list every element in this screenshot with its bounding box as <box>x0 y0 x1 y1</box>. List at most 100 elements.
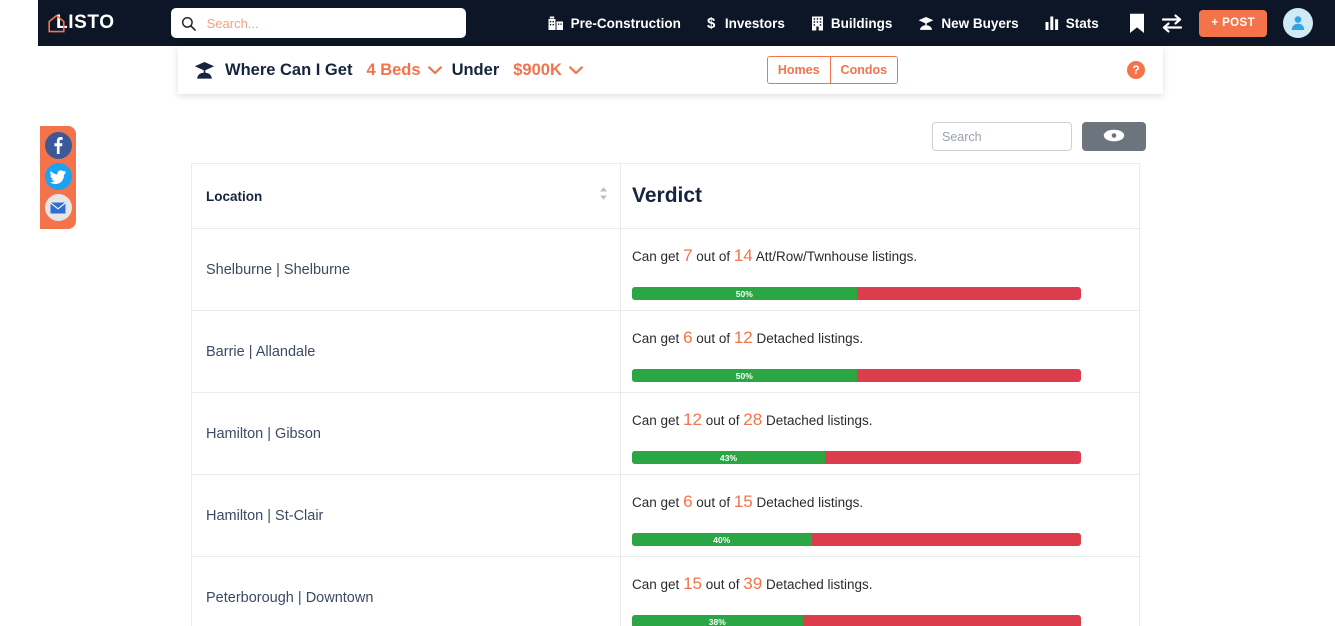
bar-chart-icon <box>1045 16 1059 30</box>
progress-bar: 50% <box>632 369 1081 383</box>
progress-bar-fill: 50% <box>632 287 857 301</box>
nav-item-pre-construction[interactable]: Pre-Construction <box>548 16 681 31</box>
nav-item-new-buyers[interactable]: New Buyers <box>918 15 1019 31</box>
sort-arrows-icon[interactable] <box>599 187 608 206</box>
verdict-got: 6 <box>683 492 693 511</box>
nav-label: Pre-Construction <box>570 15 681 31</box>
bookmark-icon[interactable] <box>1129 13 1145 34</box>
verdict-text: Can get 6 out of 12 Detached listings. <box>632 327 1125 349</box>
column-header-location[interactable]: Location <box>192 164 621 228</box>
cell-location: Shelburne | Shelburne <box>192 229 621 310</box>
progress-bar-fill: 43% <box>632 451 826 465</box>
location-text: Hamilton | Gibson <box>206 425 321 442</box>
verdict-total: 12 <box>733 328 753 347</box>
table-search-input[interactable] <box>932 122 1072 151</box>
verdict-suffix: Detached listings. <box>756 331 864 346</box>
filter-query: Where Can I Get 4 Beds Under $900K <box>194 61 583 80</box>
search-icon <box>181 16 196 31</box>
verdict-got: 12 <box>683 410 702 429</box>
nav-item-stats[interactable]: Stats <box>1045 16 1099 31</box>
table-row[interactable]: Barrie | Allandale Can get 6 out of 12 D… <box>192 311 1139 393</box>
search-input[interactable] <box>206 15 456 31</box>
global-search[interactable] <box>170 8 466 38</box>
progress-bar: 50% <box>632 287 1081 301</box>
verdict-mid: out of <box>696 331 731 346</box>
table-row[interactable]: Hamilton | Gibson Can get 12 out of 28 D… <box>192 393 1139 475</box>
table-row[interactable]: Shelburne | Shelburne Can get 7 out of 1… <box>192 229 1139 311</box>
cell-location: Peterborough | Downtown <box>192 557 621 626</box>
navbar-left-gutter <box>0 0 38 46</box>
progress-bar: 40% <box>632 533 1081 547</box>
beds-value: 4 Beds <box>366 60 421 79</box>
graduate-icon <box>918 16 934 31</box>
verdict-prefix: Can get <box>632 577 680 592</box>
price-dropdown[interactable]: $900K <box>513 61 583 80</box>
table-row[interactable]: Peterborough | Downtown Can get 15 out o… <box>192 557 1139 626</box>
facebook-icon[interactable] <box>44 132 72 159</box>
progress-bar-fill: 50% <box>632 369 857 383</box>
cell-verdict: Can get 12 out of 28 Detached listings. … <box>621 393 1139 474</box>
progress-bar: 38% <box>632 615 1081 626</box>
column-header-label: Location <box>206 188 263 204</box>
post-button[interactable]: + POST <box>1199 9 1267 37</box>
segment-homes[interactable]: Homes <box>767 57 830 83</box>
progress-bar-fill: 38% <box>632 615 803 626</box>
verdict-mid: out of <box>696 249 731 264</box>
verdict-suffix: Att/Row/Twnhouse listings. <box>755 249 918 264</box>
verdict-got: 15 <box>683 574 702 593</box>
verdict-prefix: Can get <box>632 413 680 428</box>
verdict-text: Can get 7 out of 14 Att/Row/Twnhouse lis… <box>632 245 1125 267</box>
nav-item-investors[interactable]: $ Investors <box>707 15 785 31</box>
property-type-toggle: Homes Condos <box>766 56 899 84</box>
results-table: Location Verdict Shelburne | Shelburne C… <box>191 163 1140 626</box>
progress-bar: 43% <box>632 451 1081 465</box>
nav-item-buildings[interactable]: Buildings <box>811 16 892 31</box>
table-header-row: Location Verdict <box>192 164 1139 229</box>
table-row[interactable]: Hamilton | St-Clair Can get 6 out of 15 … <box>192 475 1139 557</box>
price-value: $900K <box>513 60 562 79</box>
verdict-mid: out of <box>705 413 740 428</box>
location-text: Shelburne | Shelburne <box>206 261 351 278</box>
house-outline-icon <box>48 14 65 33</box>
filter-middle-label: Under <box>451 60 500 79</box>
cell-location: Barrie | Allandale <box>192 311 621 392</box>
filter-prefix-label: Where Can I Get <box>225 60 353 79</box>
twitter-icon[interactable] <box>44 163 72 190</box>
primary-nav: Pre-Construction $ Investors Buildings N… <box>548 15 1099 31</box>
dollar-icon: $ <box>707 15 718 31</box>
location-text: Hamilton | St-Clair <box>206 507 324 524</box>
verdict-total: 28 <box>743 410 763 429</box>
buildings-icon <box>548 16 564 31</box>
segment-condos[interactable]: Condos <box>829 57 898 83</box>
column-visibility-toggle[interactable] <box>1082 122 1146 151</box>
help-icon[interactable]: ? <box>1127 61 1145 79</box>
cell-verdict: Can get 15 out of 39 Detached listings. … <box>621 557 1139 626</box>
nav-label: New Buyers <box>941 15 1019 31</box>
column-header-verdict: Verdict <box>621 164 1139 228</box>
logo[interactable]: LISTO <box>38 0 129 46</box>
verdict-mid: out of <box>705 577 740 592</box>
filter-bar: Where Can I Get 4 Beds Under $900K Homes… <box>178 46 1163 94</box>
avatar[interactable] <box>1283 8 1313 38</box>
eye-icon <box>1103 129 1125 145</box>
verdict-suffix: Detached listings. <box>765 577 873 592</box>
chevron-down-icon <box>568 61 583 80</box>
cell-verdict: Can get 6 out of 15 Detached listings. 4… <box>621 475 1139 556</box>
top-navbar: LISTO Search... Pre-Construction $ Inves… <box>0 0 1335 46</box>
verdict-got: 7 <box>683 246 693 265</box>
beds-dropdown[interactable]: 4 Beds <box>366 60 442 80</box>
svg-text:$: $ <box>707 15 716 31</box>
verdict-mid: out of <box>696 495 731 510</box>
nav-label: Investors <box>724 15 785 31</box>
chevron-down-icon <box>427 61 442 80</box>
location-text: Barrie | Allandale <box>206 343 316 360</box>
table-tools <box>932 122 1146 151</box>
transfer-arrows-icon[interactable] <box>1161 14 1183 33</box>
cell-location: Hamilton | Gibson <box>192 393 621 474</box>
navbar-actions: + POST <box>1129 8 1313 38</box>
verdict-suffix: Detached listings. <box>756 495 864 510</box>
verdict-got: 6 <box>683 328 693 347</box>
email-icon[interactable] <box>44 194 72 221</box>
building-icon <box>811 16 824 31</box>
cell-verdict: Can get 7 out of 14 Att/Row/Twnhouse lis… <box>621 229 1139 310</box>
